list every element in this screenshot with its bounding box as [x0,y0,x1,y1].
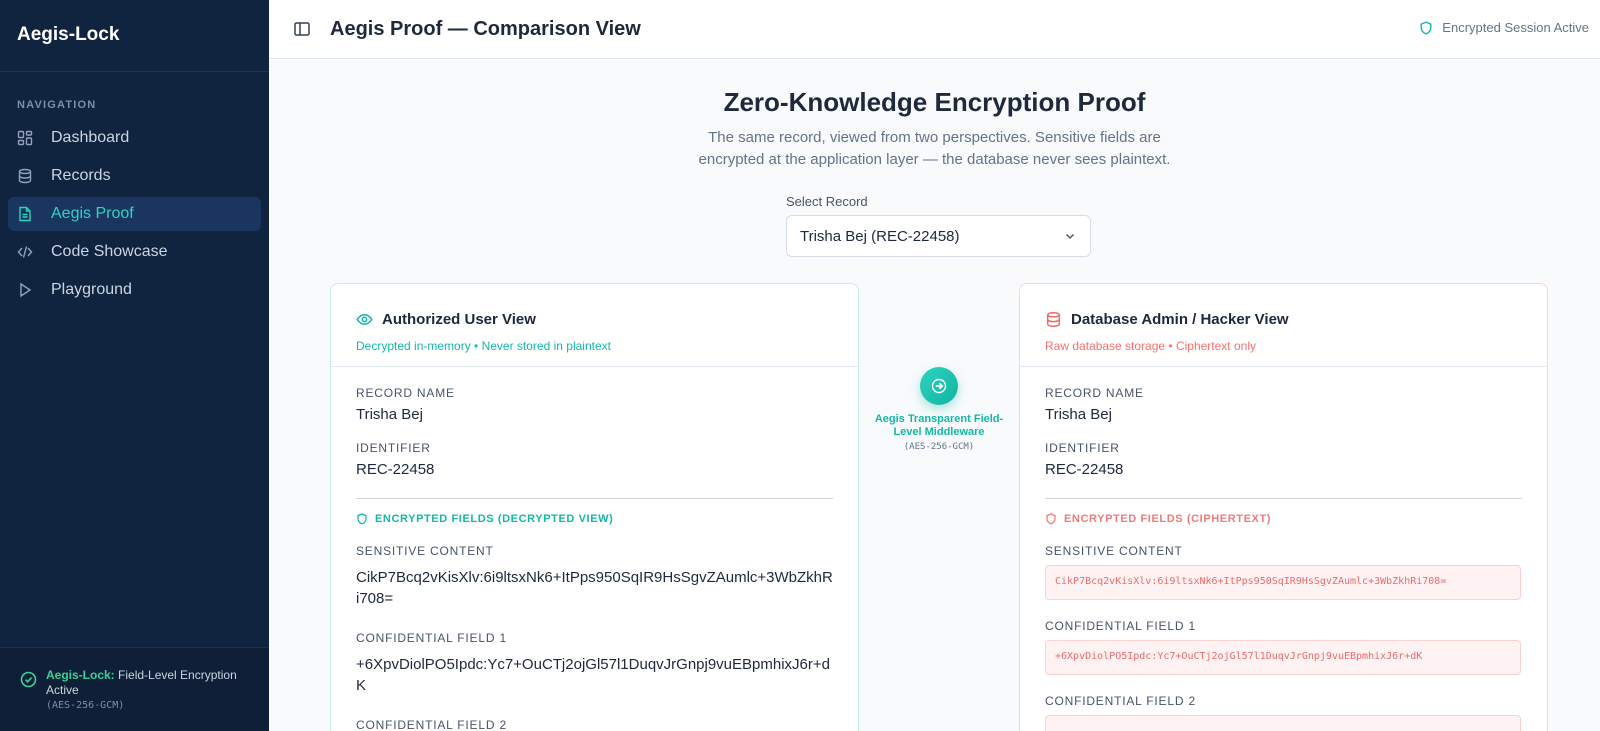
chevron-down-icon [1064,230,1076,242]
page-description-line-1: The same record, viewed from two perspec… [708,129,1161,146]
sidebar-item-code-showcase[interactable]: Code Showcase [8,235,261,269]
database-icon [17,168,33,184]
ciphertext-field-value [1045,715,1521,731]
select-record-label: Select Record [786,194,868,209]
encryption-algorithm: (AES-256-GCM) [46,700,125,711]
page-description: The same record, viewed from two perspec… [269,127,1600,171]
encrypted-fields-heading-text: ENCRYPTED FIELDS (CIPHERTEXT) [1064,513,1272,525]
identifier-label: IDENTIFIER [356,441,431,455]
app-logo[interactable]: Aegis-Lock [0,0,269,72]
field-label: CONFIDENTIAL FIELD 2 [356,718,507,731]
database-icon [1045,311,1062,328]
eye-icon [356,311,373,328]
card-title-text: Authorized User View [382,311,536,328]
page-header-title: Aegis Proof — Comparison View [330,17,641,40]
shield-icon [1045,513,1057,525]
record-select-value: Trisha Bej (REC-22458) [800,227,960,245]
sidebar-item-aegis-proof[interactable]: Aegis Proof [8,197,261,231]
encrypted-fields-heading: ENCRYPTED FIELDS (DECRYPTED VIEW) [356,513,833,525]
card-title: Database Admin / Hacker View [1045,311,1522,328]
sidebar-nav: Dashboard Records Aegis Proof Code Showc… [0,121,269,307]
database-admin-view-card: Database Admin / Hacker View Raw databas… [1019,283,1548,731]
shield-icon [356,513,368,525]
main-content: Zero-Knowledge Encryption Proof The same… [269,59,1600,731]
page-description-line-2: encrypted at the application layer — the… [698,151,1171,168]
document-icon [17,206,33,222]
record-select[interactable]: Trisha Bej (REC-22458) [786,215,1091,257]
middleware-label: Aegis Transparent Field-Level Middleware [874,413,1004,438]
record-name-label: RECORD NAME [1045,386,1144,400]
card-body: RECORD NAME Trisha Bej IDENTIFIER REC-22… [331,367,858,731]
card-body: RECORD NAME Trisha Bej IDENTIFIER REC-22… [1020,367,1547,731]
sidebar-item-label: Dashboard [51,129,130,146]
identifier-value: REC-22458 [1045,461,1124,478]
play-icon [17,282,33,298]
sidebar-item-label: Aegis Proof [51,205,134,222]
nav-heading: NAVIGATION [17,99,97,111]
card-title-text: Database Admin / Hacker View [1071,311,1289,328]
card-header: Database Admin / Hacker View Raw databas… [1020,284,1547,367]
encryption-status-brand: Aegis-Lock: [46,668,115,682]
card-header: Authorized User View Decrypted in-memory… [331,284,858,367]
sidebar-item-label: Playground [51,281,132,298]
record-name-label: RECORD NAME [356,386,455,400]
record-name-value: Trisha Bej [356,406,423,423]
field-label: SENSITIVE CONTENT [356,544,494,558]
code-icon [17,244,33,260]
encryption-status-text: Aegis-Lock: Field-Level Encryption Activ… [46,668,257,731]
ciphertext-field-value: +6XpvDiolPO5Ipdc:Yc7+OuCTj2ojGl57l1DuqvJ… [1045,640,1521,675]
divider [356,498,833,499]
check-circle-icon [20,671,37,688]
sidebar-toggle-icon[interactable] [293,20,311,38]
grid-icon [17,130,33,146]
identifier-label: IDENTIFIER [1045,441,1120,455]
decrypted-field-value: +6XpvDiolPO5Ipdc:Yc7+OuCTj2ojGl57l1DuqvJ… [356,656,830,694]
sidebar: Aegis-Lock NAVIGATION Dashboard Records … [0,0,269,731]
encrypted-fields-heading-text: ENCRYPTED FIELDS (DECRYPTED VIEW) [375,513,614,525]
sidebar-item-dashboard[interactable]: Dashboard [8,121,261,155]
middleware-indicator: Aegis Transparent Field-Level Middleware… [868,367,1010,452]
field-label: CONFIDENTIAL FIELD 2 [1045,694,1196,708]
encrypted-fields-heading: ENCRYPTED FIELDS (CIPHERTEXT) [1045,513,1522,525]
arrow-right-icon [920,367,958,405]
authorized-user-view-card: Authorized User View Decrypted in-memory… [330,283,859,731]
ciphertext-field-value: CikP7Bcq2vKisXlv:6i9ltsxNk6+ItPps950SqIR… [1045,565,1521,600]
top-header: Aegis Proof — Comparison View Encrypted … [269,0,1600,59]
card-subtitle: Raw database storage • Ciphertext only [1045,339,1256,353]
sidebar-item-label: Records [51,167,111,184]
field-label: SENSITIVE CONTENT [1045,544,1183,558]
card-title: Authorized User View [356,311,833,328]
middleware-algorithm: (AES-256-GCM) [903,442,975,452]
shield-icon [1419,20,1433,35]
identifier-value: REC-22458 [356,461,435,478]
session-status: Encrypted Session Active [1419,20,1589,35]
card-subtitle: Decrypted in-memory • Never stored in pl… [356,339,611,353]
field-label: CONFIDENTIAL FIELD 1 [1045,619,1196,633]
sidebar-item-playground[interactable]: Playground [8,273,261,307]
encryption-status-footer: Aegis-Lock: Field-Level Encryption Activ… [0,647,269,731]
divider [1045,498,1522,499]
page-title: Zero-Knowledge Encryption Proof [723,87,1146,117]
sidebar-item-records[interactable]: Records [8,159,261,193]
record-name-value: Trisha Bej [1045,406,1112,423]
sidebar-item-label: Code Showcase [51,243,168,260]
session-status-label: Encrypted Session Active [1442,20,1589,35]
field-label: CONFIDENTIAL FIELD 1 [356,631,507,645]
decrypted-field-value: CikP7Bcq2vKisXlv:6i9ltsxNk6+ItPps950SqIR… [356,569,833,607]
